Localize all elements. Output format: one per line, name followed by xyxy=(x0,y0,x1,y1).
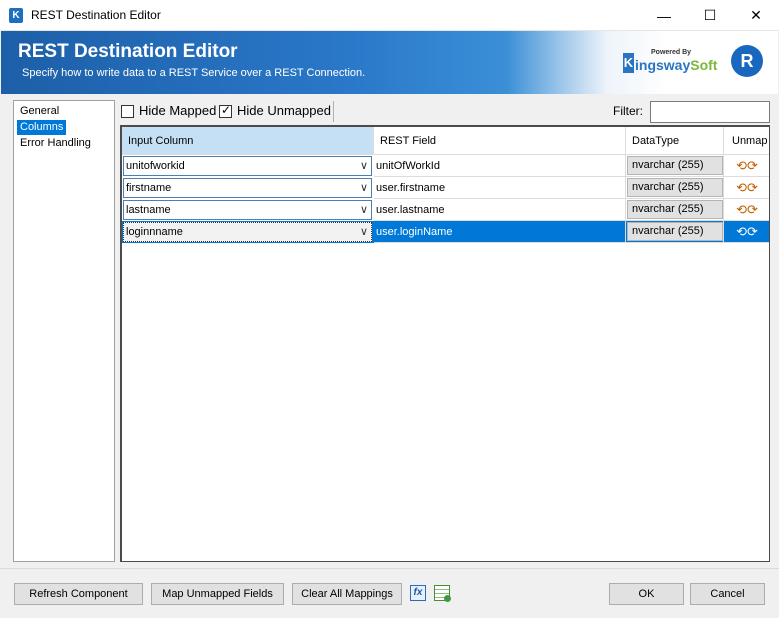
data-type-value[interactable]: nvarchar (255) xyxy=(627,156,723,175)
input-column-value: unitofworkid xyxy=(126,160,185,172)
banner-subtitle: Specify how to write data to a REST Serv… xyxy=(22,67,366,79)
column-mapping-grid: Input Column REST Field DataType Unmap u… xyxy=(120,125,770,562)
header-unmap[interactable]: Unmap xyxy=(724,127,769,155)
table-row[interactable]: lastname ∨ user.lastname nvarchar (255) … xyxy=(122,199,769,221)
hide-unmapped-checkbox[interactable] xyxy=(219,103,232,118)
cancel-button[interactable]: Cancel xyxy=(690,583,765,605)
header-input-column[interactable]: Input Column xyxy=(122,127,374,155)
title-bar: K REST Destination Editor — ☐ ✕ xyxy=(0,0,779,31)
header-banner: REST Destination Editor Specify how to w… xyxy=(1,31,778,94)
unmap-icon[interactable]: ⟲⟳ xyxy=(724,199,769,221)
clear-all-mappings-button[interactable]: Clear All Mappings xyxy=(292,583,402,605)
logo-wordmark-soft: Soft xyxy=(690,57,718,73)
data-type-value[interactable]: nvarchar (255) xyxy=(627,200,723,219)
data-type-cell: nvarchar (255) xyxy=(626,199,724,221)
chevron-down-icon[interactable]: ∨ xyxy=(360,157,368,175)
footer-divider xyxy=(0,568,779,569)
input-column-dropdown[interactable]: unitofworkid ∨ xyxy=(123,156,372,176)
page-navigation: General Columns Error Handling xyxy=(13,100,115,562)
rest-field-cell: user.lastname xyxy=(374,199,626,221)
kingsway-app-icon: K xyxy=(9,8,23,23)
chevron-down-icon[interactable]: ∨ xyxy=(360,223,368,241)
rest-badge-icon: R xyxy=(731,45,763,77)
banner-title: REST Destination Editor xyxy=(18,41,238,62)
rest-field-cell: user.firstname xyxy=(374,177,626,199)
table-row[interactable]: unitofworkid ∨ unitOfWorkId nvarchar (25… xyxy=(122,155,769,177)
data-type-cell: nvarchar (255) xyxy=(626,177,724,199)
refresh-component-button[interactable]: Refresh Component xyxy=(14,583,143,605)
maximize-icon: ☐ xyxy=(703,7,717,23)
logo-wordmark: ingswaySoft xyxy=(635,57,717,73)
filter-label: Filter: xyxy=(613,104,643,118)
unmap-icon[interactable]: ⟲⟳ xyxy=(724,221,769,243)
filter-input[interactable] xyxy=(650,101,770,123)
data-type-cell: nvarchar (255) xyxy=(626,221,724,243)
data-type-value[interactable]: nvarchar (255) xyxy=(627,178,723,197)
chevron-down-icon[interactable]: ∨ xyxy=(360,179,368,197)
close-icon: ✕ xyxy=(750,7,762,23)
header-rest-field[interactable]: REST Field xyxy=(374,127,626,155)
nav-item-columns[interactable]: Columns xyxy=(17,120,67,135)
window-title: REST Destination Editor xyxy=(31,8,161,22)
logo-wordmark-main: ingsway xyxy=(635,57,691,73)
close-button[interactable]: ✕ xyxy=(733,0,779,31)
hide-mapped-label: Hide Mapped xyxy=(139,103,217,118)
input-column-value: loginnname xyxy=(126,226,183,238)
unmap-icon[interactable]: ⟲⟳ xyxy=(724,177,769,199)
nav-item-general[interactable]: General xyxy=(17,104,62,119)
map-unmapped-fields-button[interactable]: Map Unmapped Fields xyxy=(151,583,284,605)
nav-item-error-handling[interactable]: Error Handling xyxy=(17,136,94,151)
unmap-icon[interactable]: ⟲⟳ xyxy=(724,155,769,177)
input-column-value: firstname xyxy=(126,182,172,194)
minimize-button[interactable]: — xyxy=(641,0,687,31)
data-type-cell: nvarchar (255) xyxy=(626,155,724,177)
table-row-selected[interactable]: loginnname ∨ user.loginName nvarchar (25… xyxy=(122,221,769,243)
logo-k-mark: K xyxy=(623,53,634,73)
logo-powered-by: Powered By xyxy=(651,49,692,56)
data-grid-icon[interactable] xyxy=(434,585,451,602)
maximize-button[interactable]: ☐ xyxy=(687,0,733,31)
input-column-dropdown[interactable]: firstname ∨ xyxy=(123,178,372,198)
chevron-down-icon[interactable]: ∨ xyxy=(360,201,368,219)
ok-button[interactable]: OK xyxy=(609,583,684,605)
rest-field-cell: user.loginName xyxy=(374,221,626,243)
rest-field-cell: unitOfWorkId xyxy=(374,155,626,177)
input-column-dropdown[interactable]: lastname ∨ xyxy=(123,200,372,220)
expression-fx-icon[interactable]: fx xyxy=(410,585,426,601)
table-row[interactable]: firstname ∨ user.firstname nvarchar (255… xyxy=(122,177,769,199)
hide-unmapped-label: Hide Unmapped xyxy=(237,103,331,118)
input-column-value: lastname xyxy=(126,204,171,216)
minimize-icon: — xyxy=(657,7,671,24)
header-data-type[interactable]: DataType xyxy=(626,127,724,155)
input-column-dropdown[interactable]: loginnname ∨ xyxy=(123,222,372,242)
hide-mapped-checkbox[interactable] xyxy=(121,105,134,118)
data-type-value[interactable]: nvarchar (255) xyxy=(627,222,723,241)
kingswaysoft-logo: Powered By K ingswaySoft xyxy=(623,49,717,77)
toolbar-separator xyxy=(333,101,334,122)
